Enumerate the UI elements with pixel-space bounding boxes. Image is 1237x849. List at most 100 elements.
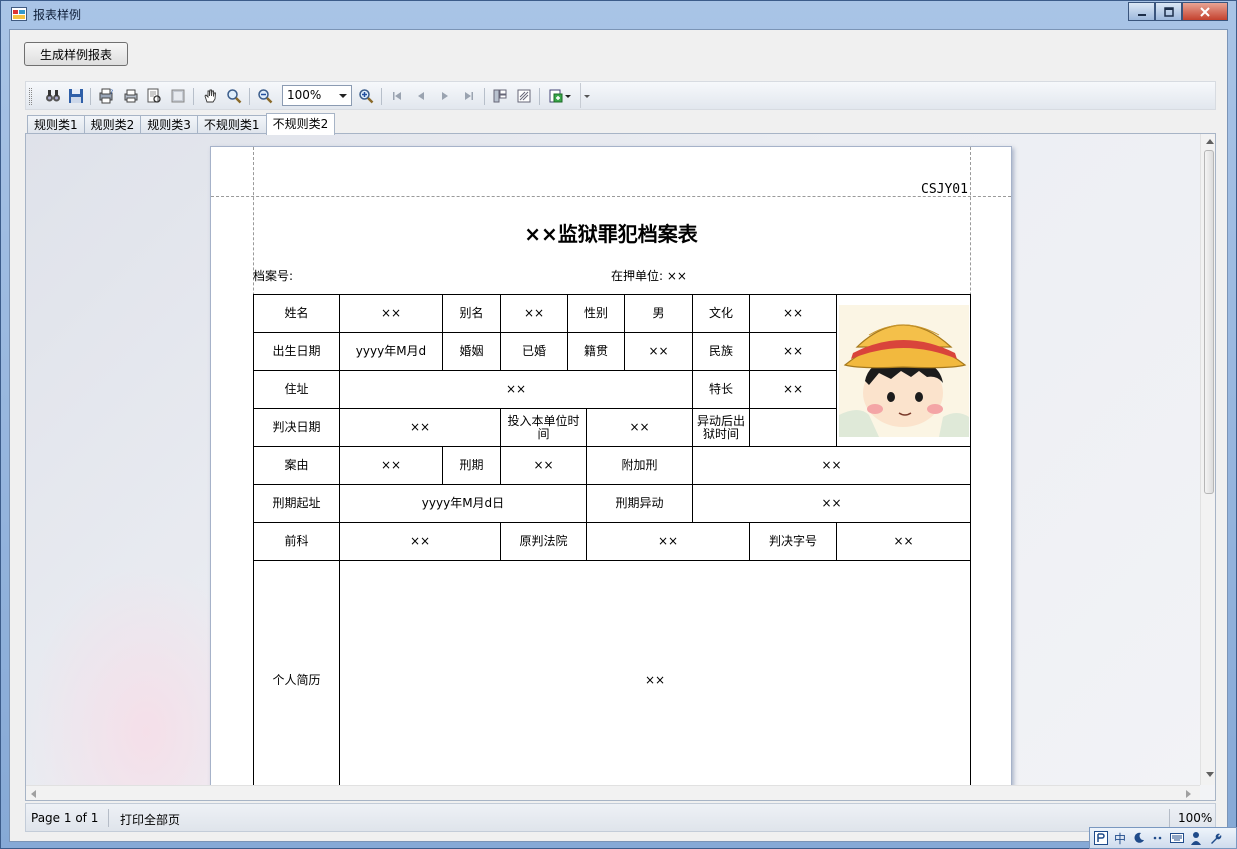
chevron-down-icon xyxy=(584,94,590,98)
status-separator xyxy=(108,809,109,827)
table-cell: ×× xyxy=(836,522,971,561)
scroll-up-icon[interactable] xyxy=(1206,139,1214,144)
zoom-out-icon[interactable] xyxy=(256,87,274,105)
table-cell: 附加刑 xyxy=(586,446,693,485)
punctuation-icon[interactable] xyxy=(1151,830,1165,846)
table-cell: 判决字号 xyxy=(749,522,837,561)
table-cell: 前科 xyxy=(253,522,340,561)
ime-toolbar: 中 xyxy=(1089,827,1237,849)
prev-page-icon[interactable] xyxy=(412,87,430,105)
table-cell: ×× xyxy=(339,446,443,485)
scroll-down-icon[interactable] xyxy=(1206,772,1214,777)
archive-number-label: 档案号: xyxy=(253,269,294,283)
table-cell: 已婚 xyxy=(500,332,568,371)
table-cell: 民族 xyxy=(692,332,750,371)
table-cell: 别名 xyxy=(442,294,501,333)
magnifier-icon[interactable] xyxy=(225,87,243,105)
tab-regular-3[interactable]: 规则类3 xyxy=(140,115,198,135)
moon-icon[interactable] xyxy=(1132,830,1146,846)
table-cell: 刑期 xyxy=(442,446,501,485)
archive-table: 姓名 ×× 别名 ×× 性别 男 文化 ×× 出生日期 yyyy年M月d 婚姻 … xyxy=(253,294,971,785)
parameters-icon[interactable] xyxy=(515,87,533,105)
status-bar: Page 1 of 1 打印全部页 100% xyxy=(25,803,1216,832)
hand-icon[interactable] xyxy=(201,87,219,105)
export-icon[interactable] xyxy=(169,87,187,105)
table-cell: 性别 xyxy=(567,294,625,333)
toolbar-grip[interactable] xyxy=(29,88,32,105)
window-title: 报表样例 xyxy=(33,8,82,22)
table-cell: 住址 xyxy=(253,370,340,409)
vertical-scroll-thumb[interactable] xyxy=(1204,150,1214,494)
print-all-pages-label: 打印全部页 xyxy=(120,813,181,827)
margin-guide xyxy=(211,196,1011,197)
minimize-icon xyxy=(1137,13,1146,16)
table-cell: yyyy年M月d日 xyxy=(339,484,587,523)
table-cell: ×× xyxy=(500,294,568,333)
table-cell: 姓名 xyxy=(253,294,340,333)
report-code: CSJY01 xyxy=(921,182,968,197)
table-cell: ×× xyxy=(624,332,693,371)
client-area: 生成样例报表 ? 100% 规则类1 规则类2 规则类3 不规则类1 不规则类2… xyxy=(9,29,1228,842)
application-window: 报表样例 生成样例报表 ? 100% 规则类1 规则类2 规则类3 不规则类1 … xyxy=(0,0,1237,849)
maximize-icon xyxy=(1163,6,1174,17)
scroll-left-icon[interactable] xyxy=(31,790,36,798)
toolbar-separator xyxy=(484,88,485,105)
title-bar[interactable]: 报表样例 xyxy=(1,1,1236,28)
horizontal-scrollbar[interactable] xyxy=(26,785,1200,800)
toolbar-overflow-button[interactable] xyxy=(580,83,593,108)
print-preview-icon[interactable] xyxy=(145,87,163,105)
report-page: CSJY01 ××监狱罪犯档案表 档案号: 在押单位: ×× 姓名 ×× 别名 … xyxy=(210,146,1012,786)
table-cell: 文化 xyxy=(692,294,750,333)
zoom-dropdown[interactable]: 100% xyxy=(282,85,352,106)
minimize-button[interactable] xyxy=(1128,2,1155,21)
table-cell: 判决日期 xyxy=(253,408,340,447)
background-decoration xyxy=(26,564,226,800)
user-icon[interactable] xyxy=(1189,830,1203,846)
cartoon-girl-photo xyxy=(838,304,969,437)
status-separator xyxy=(1169,809,1170,827)
table-cell: yyyy年M月d xyxy=(339,332,443,371)
report-toolbar: ? 100% xyxy=(25,81,1216,110)
save-icon[interactable] xyxy=(67,87,85,105)
zoom-value: 100% xyxy=(287,88,322,102)
toolbar-separator xyxy=(90,88,91,105)
table-cell: 异动后出狱时间 xyxy=(692,408,750,447)
ime-logo-icon[interactable] xyxy=(1094,830,1108,846)
table-cell: ×× xyxy=(339,408,501,447)
find-icon[interactable] xyxy=(44,87,62,105)
table-cell: 特长 xyxy=(692,370,750,409)
zoom-in-icon[interactable] xyxy=(357,87,375,105)
scroll-right-icon[interactable] xyxy=(1186,790,1191,798)
close-button[interactable] xyxy=(1182,2,1228,21)
table-cell: ×× xyxy=(339,370,693,409)
table-row: 姓名 ×× 别名 ×× 性别 男 文化 ×× xyxy=(253,294,971,447)
photo-cell xyxy=(836,294,971,447)
table-cell: ×× xyxy=(339,560,971,785)
table-cell: ×× xyxy=(586,522,750,561)
vertical-scrollbar[interactable] xyxy=(1200,134,1215,785)
chevron-down-icon xyxy=(339,94,347,98)
maximize-button[interactable] xyxy=(1155,2,1182,21)
tab-irregular-1[interactable]: 不规则类1 xyxy=(196,115,267,135)
table-cell: 男 xyxy=(624,294,693,333)
ime-mode[interactable]: 中 xyxy=(1113,830,1127,846)
page-setup-icon[interactable]: ? xyxy=(97,87,115,105)
window-controls xyxy=(1128,2,1228,21)
first-page-icon[interactable] xyxy=(388,87,406,105)
next-page-icon[interactable] xyxy=(436,87,454,105)
table-cell: 个人简历 xyxy=(253,560,340,785)
keyboard-icon[interactable] xyxy=(1170,830,1184,846)
table-cell: ×× xyxy=(339,522,501,561)
group-tree-icon[interactable] xyxy=(491,87,509,105)
report-viewer[interactable]: CSJY01 ××监狱罪犯档案表 档案号: 在押单位: ×× 姓名 ×× 别名 … xyxy=(25,133,1216,801)
generate-report-button[interactable]: 生成样例报表 xyxy=(24,42,128,66)
report-title: ××监狱罪犯档案表 xyxy=(524,222,698,246)
export-dropdown-icon[interactable] xyxy=(546,87,574,105)
tab-regular-1[interactable]: 规则类1 xyxy=(27,115,85,135)
print-icon[interactable] xyxy=(122,87,140,105)
tab-regular-2[interactable]: 规则类2 xyxy=(83,115,142,135)
wrench-icon[interactable] xyxy=(1208,830,1222,846)
table-cell: ×× xyxy=(500,446,587,485)
last-page-icon[interactable] xyxy=(460,87,478,105)
tab-irregular-2[interactable]: 不规则类2 xyxy=(265,113,336,135)
